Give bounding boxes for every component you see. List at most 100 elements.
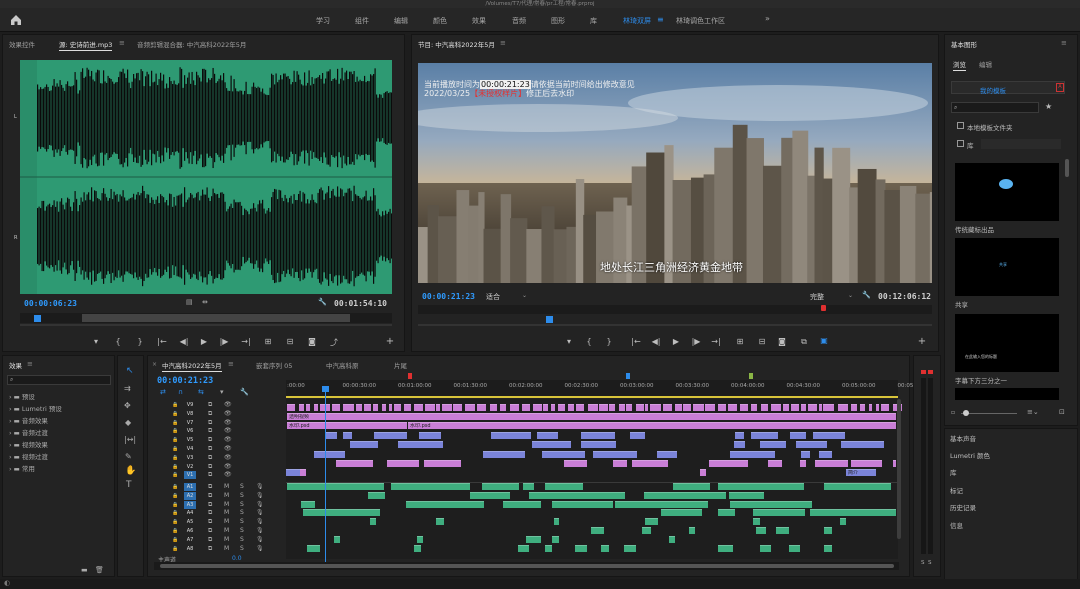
- playhead-marker[interactable]: [34, 315, 41, 322]
- search-input[interactable]: ⌕: [7, 375, 111, 385]
- sync-icon[interactable]: ⧉: [208, 509, 212, 517]
- lock-icon[interactable]: 🔒: [172, 472, 178, 478]
- search-input[interactable]: ⌕: [951, 102, 1039, 113]
- timeline-clip[interactable]: [795, 441, 828, 448]
- timeline-clip[interactable]: [436, 404, 440, 411]
- library-dropdown[interactable]: [981, 139, 1061, 149]
- timeline-clip[interactable]: [531, 441, 572, 448]
- lock-icon[interactable]: 🔒: [172, 464, 178, 470]
- eye-icon[interactable]: 👁: [224, 419, 232, 426]
- source-timecode[interactable]: 00:00:06:23: [24, 299, 77, 308]
- drag-audio-icon[interactable]: ⇹: [202, 298, 208, 306]
- timeline-clip[interactable]: [543, 404, 549, 411]
- timeline-clip[interactable]: [532, 404, 542, 411]
- step-forward-icon[interactable]: |▶: [690, 337, 702, 346]
- program-scrub-bar[interactable]: [418, 305, 932, 314]
- timeline-clip[interactable]: [441, 404, 452, 411]
- wrench-icon[interactable]: 🔧: [318, 298, 327, 306]
- lock-icon[interactable]: 🔒: [172, 455, 178, 461]
- timeline-clip[interactable]: [576, 404, 585, 411]
- solo-button[interactable]: S: [240, 501, 244, 508]
- timeline-clip[interactable]: [477, 404, 487, 411]
- tab-effect-controls[interactable]: 效果控件: [9, 39, 35, 49]
- timeline-clip[interactable]: [424, 460, 462, 467]
- track-header[interactable]: 🔒 V5 ⧉ 👁: [148, 436, 286, 445]
- program-timecode[interactable]: 00:00:21:23: [422, 292, 475, 301]
- track-header[interactable]: 🔒 A8 ⧉ M S 🎙: [148, 545, 286, 554]
- compare-icon[interactable]: ⧉: [798, 337, 810, 347]
- lock-icon[interactable]: 🔒: [172, 446, 178, 452]
- effects-folder-video-transitions[interactable]: › ▬ 视频过渡: [9, 451, 48, 461]
- lock-icon[interactable]: 🔒: [172, 402, 178, 408]
- marker-green[interactable]: [749, 373, 753, 379]
- timeline-clip[interactable]: [313, 404, 319, 411]
- timeline-clip[interactable]: [612, 460, 627, 467]
- timeline-clip[interactable]: [286, 469, 300, 476]
- timeline-clip[interactable]: [624, 545, 637, 552]
- timeline-clip[interactable]: [759, 441, 787, 448]
- timeline-clip[interactable]: [331, 404, 340, 411]
- timeline-clip[interactable]: [609, 404, 616, 411]
- overwrite-icon[interactable]: ⊟: [284, 337, 296, 346]
- timeline-clip[interactable]: [808, 404, 817, 411]
- timeline-clip[interactable]: [850, 460, 882, 467]
- timeline-clip[interactable]: [812, 432, 846, 439]
- timeline-clip[interactable]: [343, 404, 354, 411]
- timeline-clip[interactable]: [391, 483, 470, 490]
- timeline-clip[interactable]: [419, 432, 442, 439]
- playhead-marker[interactable]: [546, 316, 553, 323]
- timeline-clip[interactable]: [552, 501, 613, 508]
- pen-icon[interactable]: ✎: [125, 452, 132, 461]
- tab-sequence[interactable]: 中汽高科2022年5月: [162, 360, 222, 372]
- camera-icon[interactable]: ◙: [306, 337, 318, 346]
- timeline-clip[interactable]: [356, 404, 362, 411]
- toggle-sync-icon[interactable]: ⧉: [208, 445, 212, 453]
- section-libraries[interactable]: 库: [950, 467, 957, 477]
- tab-source[interactable]: 源: 史诗前进.mp3: [59, 39, 113, 51]
- lock-icon[interactable]: 🔒: [172, 493, 178, 499]
- timeline-clip[interactable]: 水印.psd: [287, 422, 407, 429]
- slider-handle[interactable]: [963, 410, 969, 416]
- zoom-slider[interactable]: [961, 413, 1017, 414]
- solo-button[interactable]: S: [240, 545, 244, 552]
- timeline-clip[interactable]: [789, 545, 801, 552]
- timeline-clip[interactable]: [635, 404, 644, 411]
- home-icon[interactable]: [9, 13, 23, 27]
- timeline-clip[interactable]: [814, 460, 848, 467]
- lock-icon[interactable]: 🔒: [172, 428, 178, 434]
- timeline-clip[interactable]: [483, 451, 525, 458]
- timeline-clip[interactable]: [518, 545, 529, 552]
- timeline-clip[interactable]: 水印.psd: [408, 422, 896, 429]
- razor-icon[interactable]: ◆: [125, 418, 131, 427]
- effects-folder-video-effects[interactable]: › ▬ 视频效果: [9, 439, 48, 449]
- clip-indicator[interactable]: [921, 370, 926, 374]
- workspace-tab[interactable]: 林琦调色工作区: [676, 16, 725, 26]
- section-history[interactable]: 历史记录: [950, 502, 976, 512]
- microphone-icon[interactable]: 🎙: [256, 536, 264, 543]
- toggle-sync-icon[interactable]: ⧉: [208, 401, 212, 409]
- playhead-line[interactable]: [325, 386, 326, 566]
- timeline-clip[interactable]: [568, 404, 575, 411]
- timeline-clip[interactable]: [824, 483, 891, 490]
- timeline-clip[interactable]: [335, 460, 373, 467]
- timeline-clip[interactable]: [398, 441, 444, 448]
- menu-icon[interactable]: ≡: [119, 39, 125, 47]
- go-to-out-icon[interactable]: →|: [710, 337, 722, 346]
- zoom-out-icon[interactable]: ▫: [951, 409, 955, 416]
- timeline-clip[interactable]: [522, 404, 531, 411]
- timeline-clip[interactable]: [782, 404, 789, 411]
- work-area-bar[interactable]: [286, 396, 898, 398]
- timeline-clip[interactable]: [615, 501, 709, 508]
- mark-out-icon[interactable]: }: [603, 337, 615, 346]
- timeline-clip[interactable]: [374, 432, 408, 439]
- lock-icon[interactable]: 🔒: [172, 502, 178, 508]
- template-source-dropdown[interactable]: 我的模板 A: [951, 81, 1065, 95]
- timeline-clip[interactable]: [301, 501, 316, 508]
- sync-icon[interactable]: ⧉: [208, 492, 212, 500]
- section-lumetri-color[interactable]: Lumetri 颜色: [950, 450, 990, 460]
- timeline-clip[interactable]: [425, 404, 435, 411]
- track-header[interactable]: 🔒 V6 ⧉ 👁: [148, 427, 286, 436]
- template-thumbnail[interactable]: [955, 388, 1059, 400]
- timeline-clip[interactable]: [700, 469, 706, 476]
- tab-sequence[interactable]: 嵌套序列 05: [256, 360, 292, 370]
